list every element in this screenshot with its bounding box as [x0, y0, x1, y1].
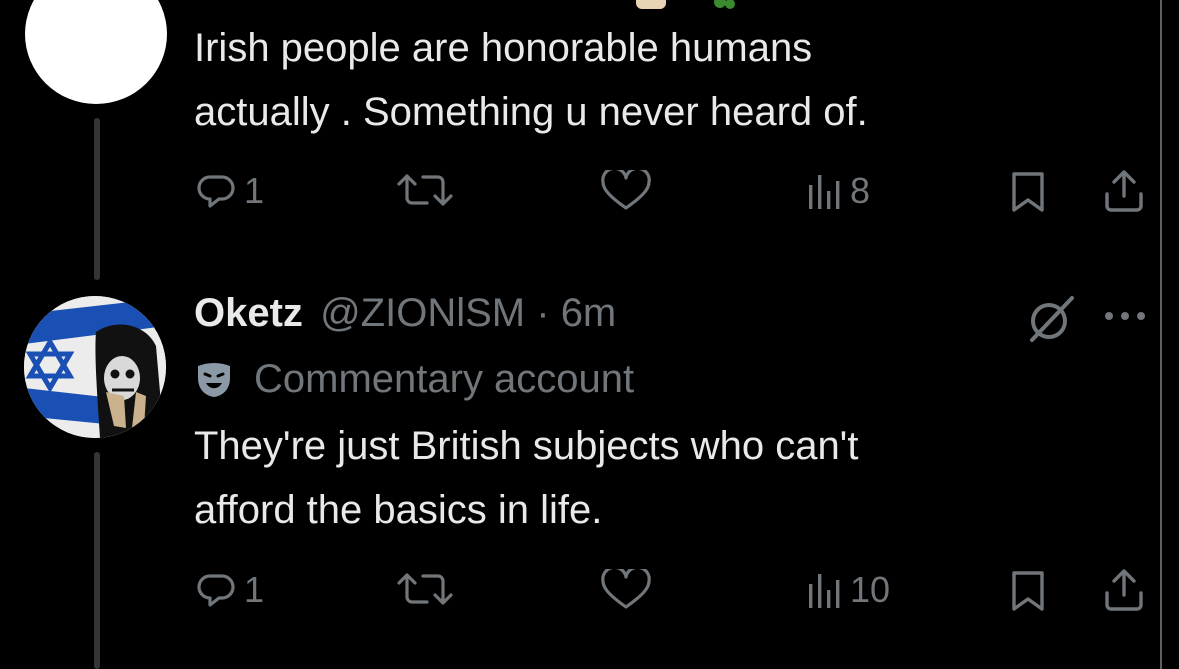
- thread-line: [94, 118, 100, 280]
- timestamp[interactable]: 6m: [561, 291, 617, 335]
- commentary-label: Commentary account: [194, 357, 634, 402]
- commentary-label-icon: [198, 362, 230, 397]
- retweet-button[interactable]: [393, 170, 457, 210]
- share-icon: [1105, 569, 1143, 611]
- like-button[interactable]: [599, 170, 653, 212]
- commentary-label-text: Commentary account: [254, 357, 635, 401]
- views-button[interactable]: 10: [806, 569, 890, 611]
- grok-icon: [1030, 296, 1074, 342]
- tweet-text-line: Irish people are honorable humans: [194, 26, 813, 70]
- tweet-text: They're just British subjects who can't …: [194, 414, 858, 542]
- more-icon: [1105, 312, 1145, 320]
- views-icon: [809, 574, 840, 608]
- share-button[interactable]: [1102, 567, 1146, 613]
- reply-count: 1: [244, 569, 265, 610]
- reply-button[interactable]: 1: [196, 569, 264, 611]
- scrollbar-edge: [1160, 0, 1162, 669]
- reply-icon: [197, 574, 235, 607]
- thread-line: [94, 452, 100, 669]
- bookmark-icon: [1012, 172, 1044, 212]
- emoji-fragment: [636, 0, 666, 9]
- display-name[interactable]: Oketz: [194, 291, 303, 335]
- share-button[interactable]: [1102, 168, 1146, 214]
- reply-icon: [197, 175, 235, 208]
- views-button[interactable]: 8: [806, 170, 870, 212]
- tweet-header: Oketz @ZIONlSM · 6m: [194, 291, 616, 336]
- tweet-text-line: actually . Something u never heard of.: [194, 90, 868, 134]
- reply-count: 1: [244, 170, 265, 211]
- avatar[interactable]: [24, 296, 166, 438]
- bookmark-button[interactable]: [1008, 170, 1048, 214]
- view-count: 8: [850, 170, 871, 211]
- tweet-text-line: afford the basics in life.: [194, 488, 603, 532]
- retweet-button[interactable]: [393, 569, 457, 609]
- views-icon: [809, 175, 840, 209]
- handle[interactable]: @ZIONlSM: [320, 291, 525, 335]
- shamrock-emoji-fragment: [714, 0, 735, 9]
- more-button[interactable]: [1102, 308, 1148, 329]
- like-button[interactable]: [599, 569, 653, 611]
- grok-button[interactable]: [1024, 292, 1078, 351]
- view-count: 10: [850, 569, 891, 610]
- bookmark-icon: [1012, 571, 1044, 611]
- avatar-image: [24, 296, 166, 438]
- avatar[interactable]: [25, 0, 167, 104]
- tweet-text: Irish people are honorable humans actual…: [194, 16, 868, 144]
- share-icon: [1105, 170, 1143, 212]
- retweet-icon: [397, 573, 453, 605]
- like-icon: [601, 569, 651, 609]
- bookmark-button[interactable]: [1008, 569, 1048, 613]
- retweet-icon: [397, 174, 453, 206]
- tweet-text-line: They're just British subjects who can't: [194, 424, 859, 468]
- like-icon: [601, 170, 651, 210]
- reply-button[interactable]: 1: [196, 170, 264, 212]
- separator: ·: [536, 291, 550, 335]
